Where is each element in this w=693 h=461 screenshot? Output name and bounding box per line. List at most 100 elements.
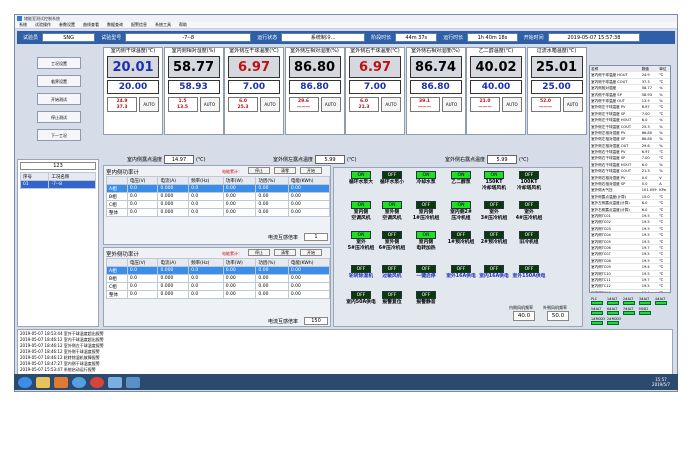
list-cell: 室外侧露点温度(计算) [591, 194, 627, 199]
list-cell: 室内侧干球温度 HOUT [591, 73, 628, 78]
switch-button[interactable]: OFF [484, 231, 504, 239]
switch-button[interactable]: OFF [519, 231, 539, 239]
switch-button[interactable]: ON [451, 201, 471, 209]
menu-item[interactable]: 曲线查看 [83, 22, 99, 28]
auto-mode-button[interactable]: AUTO [502, 97, 522, 112]
app-task-icon[interactable] [108, 376, 122, 388]
menu-item[interactable]: 报警信息 [131, 22, 147, 28]
dewpoint-value: 14.97 [164, 155, 195, 164]
ratio-value[interactable]: 150 [304, 317, 328, 325]
left-button[interactable]: 工况设置 [37, 57, 81, 69]
auto-mode-button[interactable]: AUTO [441, 97, 462, 112]
media-icon[interactable] [54, 376, 68, 388]
list-item[interactable]: 室内侧TC13 19.4 ℃ [590, 290, 670, 292]
power-meter-button[interactable]: 清零 [274, 167, 296, 174]
switch-button[interactable]: ON [351, 231, 371, 239]
power-meter-button[interactable]: 停止 [248, 167, 270, 174]
switch-button[interactable]: ON [416, 231, 436, 239]
power-meter-button[interactable]: 清零 [274, 249, 296, 256]
auto-mode-button[interactable]: AUTO [562, 97, 583, 112]
setpoint-value[interactable]: 7.00 [349, 80, 401, 94]
switch-button[interactable]: OFF [484, 201, 504, 209]
setpoint-value[interactable]: 86.80 [288, 80, 341, 94]
sensor-tile: 过流水箱温度(℃) 25.01 25.00 52.0 ——— AUTO [526, 47, 587, 135]
info-bar: 试验员 SNG 试验型号 -7--8 运行状态 系统制冷... 阶段时长 44m 37s 运行时… [17, 31, 675, 44]
explorer-icon[interactable] [36, 376, 50, 388]
switch-button[interactable]: ON [451, 171, 471, 179]
switch-button[interactable]: OFF [451, 231, 471, 239]
list-cell: 室外左侧露点温度(计算) [591, 201, 630, 206]
menu-item[interactable]: 数据查询 [107, 22, 123, 28]
switch-button[interactable]: ON [351, 201, 371, 209]
switch-button[interactable]: OFF [382, 265, 402, 273]
switch-button[interactable]: OFF [351, 291, 371, 299]
auto-mode-button[interactable]: AUTO [320, 97, 341, 112]
switch-button[interactable]: OFF [484, 265, 504, 273]
table-cell: -7--8 [48, 180, 96, 189]
setpoint-value[interactable]: 86.80 [409, 80, 462, 94]
sensor-tile: 室外侧左干球温度(℃) 6.97 7.00 6.0 25.3 AUTO [224, 47, 284, 135]
list-cell: ℃ [659, 150, 664, 155]
power-meter-button[interactable]: 开始 [300, 249, 322, 256]
switch-button[interactable]: OFF [416, 265, 436, 273]
setpoint-value[interactable]: 7.00 [228, 80, 280, 94]
menu-item[interactable]: 系统 [19, 22, 27, 28]
app-task-icon-2[interactable] [126, 376, 140, 388]
fan-freq-value[interactable]: 50.0 [547, 311, 569, 321]
switch-button[interactable]: OFF [416, 291, 436, 299]
column-header: 频率(Hz) [188, 176, 224, 185]
list-cell: 6.97 [641, 150, 650, 155]
condition-search-box[interactable]: 123 [20, 162, 96, 170]
menu-item[interactable]: 试验操作 [35, 22, 51, 28]
chrome-icon[interactable] [90, 376, 104, 388]
switch-button[interactable]: ON [416, 171, 436, 179]
switch-label: 冷却水泵 [416, 180, 436, 185]
switch-button[interactable]: OFF [519, 265, 539, 273]
switch-button[interactable]: OFF [519, 201, 539, 209]
switch-button[interactable]: ON [351, 171, 371, 179]
comm-status-indicator [639, 311, 651, 315]
column-header [106, 258, 128, 267]
tile-bottom: 6.0 25.3 AUTO [228, 97, 280, 112]
switch-button[interactable]: ON [382, 201, 402, 209]
ratio-value[interactable]: 1 [304, 233, 328, 241]
menu-item[interactable]: 参数设置 [59, 22, 75, 28]
left-button[interactable]: 开始测试 [37, 93, 81, 105]
table-row[interactable]: 01 -7--8 [19, 180, 96, 189]
window-title: 储能室测试控制系统 [24, 15, 60, 21]
left-button[interactable]: 下一工况 [37, 129, 81, 141]
switch-button[interactable]: ON [484, 171, 504, 179]
switch-button[interactable]: OFF [382, 231, 402, 239]
table-row: C相 0.0 0.000 0.0 0.00 0.00 0.00 [106, 282, 331, 291]
auto-mode-button[interactable]: AUTO [260, 97, 280, 112]
left-button[interactable]: 停止测试 [37, 111, 81, 123]
switch-button[interactable]: OFF [382, 171, 402, 179]
table-cell: 0.00 [287, 266, 331, 275]
switch-button[interactable]: OFF [519, 171, 539, 179]
list-cell: 室外侧大气压 [591, 188, 613, 193]
setpoint-value[interactable]: 20.00 [107, 80, 159, 94]
fan-freq-value[interactable]: 40.0 [513, 311, 535, 321]
browser-icon[interactable] [72, 376, 86, 388]
output-value: 1.5 13.5 [167, 97, 198, 112]
switch-button[interactable]: OFF [451, 265, 471, 273]
start-icon[interactable] [18, 376, 32, 388]
table-cell: A相 [106, 266, 128, 275]
left-button[interactable]: 临界设置 [37, 75, 81, 87]
setpoint-value[interactable]: 40.00 [470, 80, 522, 94]
setpoint-value[interactable]: 25.00 [530, 80, 583, 94]
switch-button[interactable]: OFF [382, 291, 402, 299]
menu-item[interactable]: 帮助 [179, 22, 187, 28]
power-meter-button[interactable]: 停止 [248, 249, 270, 256]
switch-button[interactable]: OFF [351, 265, 371, 273]
setpoint-value[interactable]: 58.93 [167, 80, 220, 94]
power-meter-button[interactable]: 开始 [300, 167, 322, 174]
table-cell: 0.0 [188, 192, 224, 201]
auto-mode-button[interactable]: AUTO [139, 97, 159, 112]
auto-mode-button[interactable]: AUTO [199, 97, 220, 112]
menu-item[interactable]: 系统工具 [155, 22, 171, 28]
switch-button[interactable]: OFF [416, 201, 436, 209]
list-cell: 13.5 [641, 98, 650, 103]
auto-mode-button[interactable]: AUTO [381, 97, 401, 112]
log-line: 2019-05-07 15:53:47 系统启动运行报警 [20, 367, 96, 372]
